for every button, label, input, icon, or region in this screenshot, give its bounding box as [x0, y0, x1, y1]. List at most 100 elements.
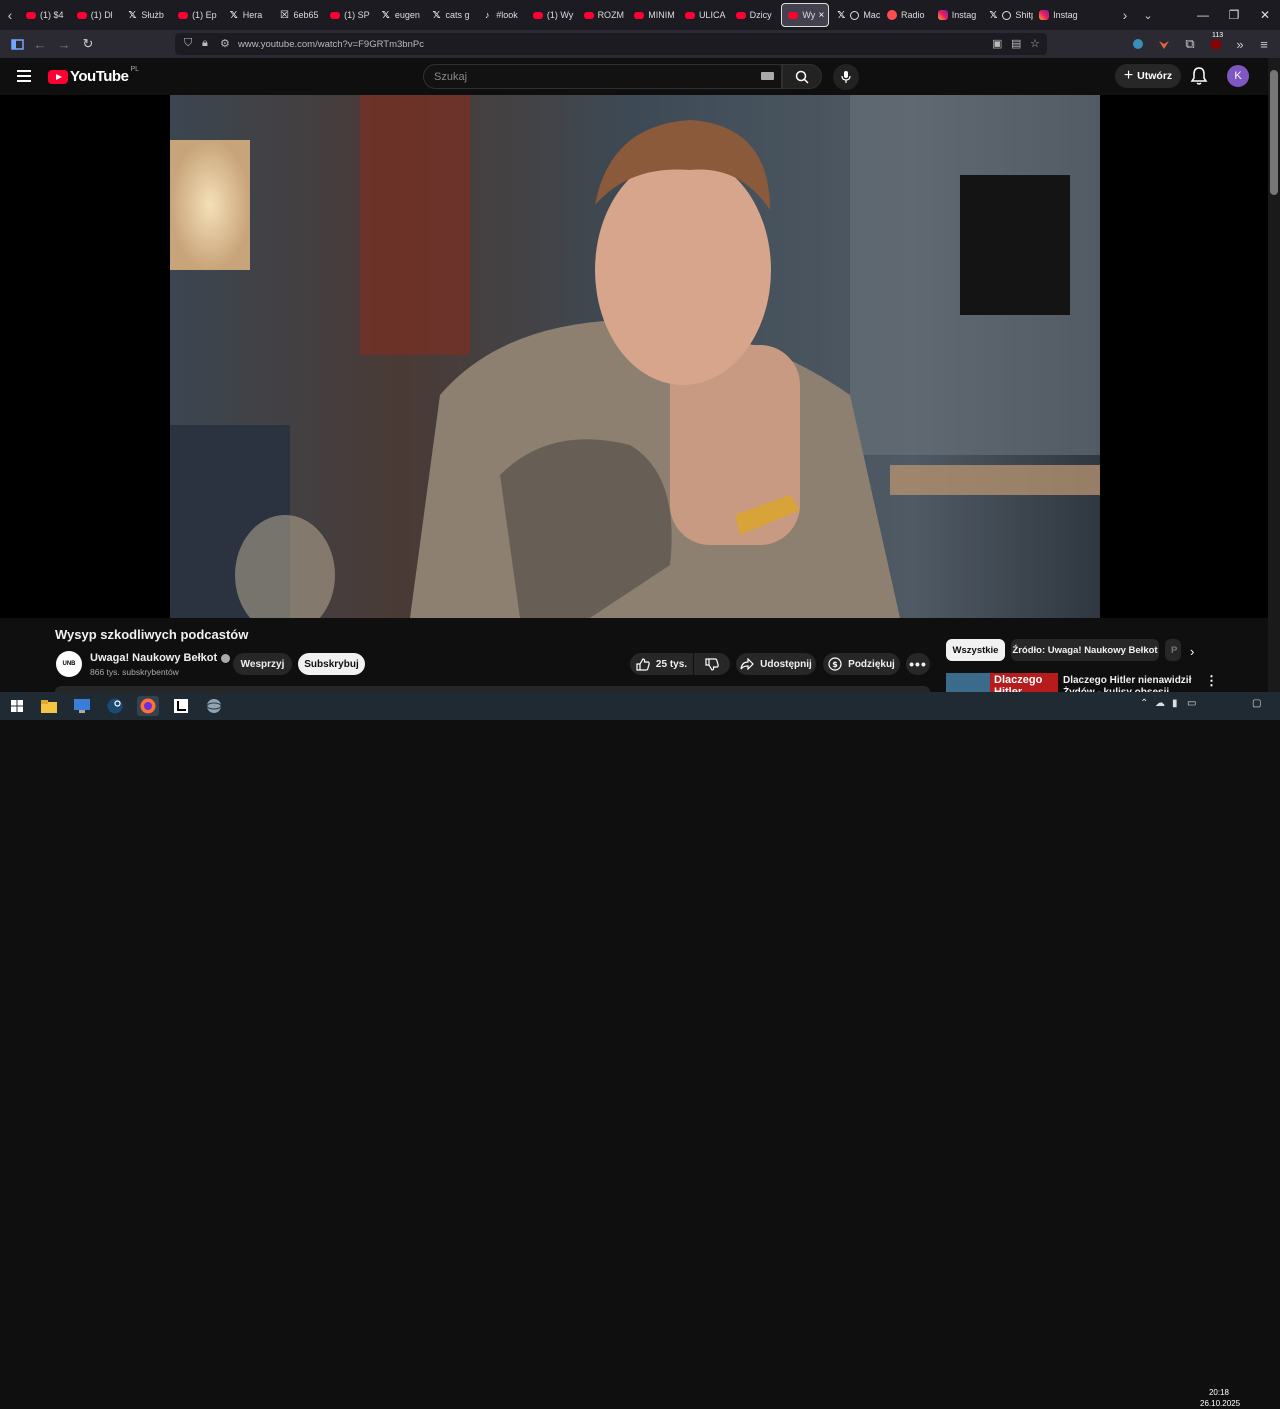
browser-tab[interactable]: 𝕏eugen — [375, 0, 426, 30]
steam-icon[interactable] — [104, 696, 126, 716]
support-button[interactable]: Wesprzyj — [233, 653, 292, 675]
subscribe-button[interactable]: Subskrybuj — [298, 653, 365, 675]
forward-button[interactable]: → — [52, 32, 76, 56]
notifications-bell-icon[interactable] — [1190, 66, 1208, 86]
scrollbar-thumb[interactable] — [1270, 70, 1278, 195]
close-window-button[interactable]: ✕ — [1248, 0, 1280, 30]
url-text[interactable]: www.youtube.com/watch?v=F9GRTm3bnPc — [238, 39, 424, 50]
tab-label: (1) $4 — [40, 10, 64, 20]
notion-icon[interactable] — [170, 696, 192, 716]
channel-avatar[interactable]: UNB — [56, 651, 82, 677]
browser-tab[interactable]: MINIM — [628, 0, 679, 30]
tab-label: Machi — [863, 10, 881, 20]
close-tab-icon[interactable]: × — [818, 10, 824, 21]
channel-name-text[interactable]: Uwaga! Naukowy Bełkot — [90, 652, 217, 664]
more-actions-button[interactable]: ••• — [906, 653, 930, 675]
shield-icon[interactable]: ⛉ — [184, 37, 192, 50]
video-title: Wysyp szkodliwych podcastów — [55, 627, 249, 642]
browser-tab[interactable]: 𝕏 Machi — [830, 0, 881, 30]
browser-tab[interactable]: ULICA — [679, 0, 730, 30]
picture-in-picture-icon[interactable]: ▣ — [992, 37, 1002, 50]
tiktok-favicon-icon: ♪ — [484, 10, 490, 20]
create-button[interactable]: + Utwórz — [1115, 64, 1181, 88]
like-button[interactable]: 25 tys. — [630, 653, 693, 675]
browser-tab[interactable]: Dzicy — [730, 0, 781, 30]
search-button[interactable] — [782, 64, 822, 89]
tray-chevron-icon[interactable]: ⌃ — [1140, 698, 1148, 709]
back-button[interactable]: ← — [28, 32, 52, 56]
browser-tab-bar: ‹ (1) $4 (1) Dl 𝕏 Służb (1) Ep 𝕏 Hera ☒ 6eb65 (1)… — [0, 0, 1280, 30]
voice-search-button[interactable] — [833, 64, 859, 90]
dislike-button[interactable] — [694, 653, 730, 675]
reload-button[interactable]: ↻ — [76, 32, 100, 56]
share-button[interactable]: Udostępnij — [736, 653, 816, 675]
ublock-icon[interactable]: 113 — [1204, 32, 1228, 56]
guide-menu-icon[interactable] — [17, 70, 31, 85]
sidebar-toggle-icon[interactable] — [5, 32, 29, 56]
list-all-tabs-button[interactable]: ⌄ — [1138, 9, 1158, 22]
browser-tab[interactable]: (1) $4 — [20, 0, 71, 30]
remote-desktop-icon[interactable] — [71, 696, 93, 716]
tab-label: ULICA — [698, 10, 726, 20]
onedrive-icon[interactable]: ☁︎ — [1155, 698, 1165, 709]
tab-scroll-right-button[interactable]: › — [1115, 7, 1135, 23]
browser-tab[interactable]: 𝕏cats g — [426, 0, 477, 30]
extension-shield-icon[interactable] — [1126, 32, 1150, 56]
youtube-logo[interactable]: YouTube PL — [48, 66, 139, 85]
permissions-icon[interactable]: ⚙︎ — [220, 37, 230, 50]
notifications-icon[interactable]: ▢ — [1252, 698, 1261, 709]
browser-tab[interactable]: ROZM — [578, 0, 629, 30]
windows-start-icon[interactable] — [6, 696, 28, 716]
tab-scroll-left-button[interactable]: ‹ — [0, 7, 20, 23]
recommended-more-icon[interactable]: ⋮ — [1205, 673, 1218, 689]
browser-tab[interactable]: 𝕏 Shitpo — [982, 0, 1033, 30]
lock-icon[interactable]: 🔒︎ — [202, 37, 208, 50]
file-explorer-icon[interactable] — [38, 696, 60, 716]
keyboard-icon[interactable] — [761, 72, 774, 80]
browser-tab[interactable]: ♪ #look — [476, 0, 527, 30]
video-player[interactable] — [170, 95, 1100, 618]
firefox-icon[interactable] — [137, 696, 159, 716]
chips-next-chevron-icon[interactable]: › — [1190, 644, 1194, 659]
thumbnail-person-image — [946, 673, 990, 692]
create-label: Utwórz — [1137, 70, 1173, 82]
browser-tab[interactable]: ☒ 6eb65 — [273, 0, 324, 30]
overflow-menu-icon[interactable]: » — [1228, 32, 1252, 56]
channel-name[interactable]: Uwaga! Naukowy Bełkot — [90, 652, 231, 664]
browser-tab[interactable]: Instag — [932, 0, 983, 30]
chip-all[interactable]: Wszystkie — [946, 639, 1005, 661]
thanks-button[interactable]: $ Podziękuj — [823, 653, 900, 675]
browser-tab[interactable]: (1) Dl — [71, 0, 122, 30]
browser-tab[interactable]: Radio — [881, 0, 932, 30]
browser-tab[interactable]: Wy × — [781, 3, 830, 27]
browser-tab[interactable]: (1) SP — [324, 0, 375, 30]
network-icon[interactable]: ▭ — [1187, 698, 1196, 709]
browser-tab[interactable]: (1) Wy — [527, 0, 578, 30]
search-input[interactable] — [424, 65, 724, 88]
app-globe-icon[interactable] — [203, 696, 225, 716]
instagram-favicon-icon — [937, 10, 948, 20]
bookmark-star-icon[interactable]: ☆ — [1030, 37, 1040, 50]
app-menu-icon[interactable]: ≡ — [1252, 32, 1276, 56]
mic-tray-icon[interactable]: ▮ — [1172, 698, 1178, 709]
browser-tab[interactable]: (1) Ep — [172, 0, 223, 30]
tab-label: Instag — [1053, 10, 1078, 20]
address-bar[interactable]: ⛉ 🔒︎ ⚙︎ www.youtube.com/watch?v=F9GRTm3b… — [175, 33, 1047, 55]
page-scrollbar[interactable] — [1268, 58, 1280, 692]
recommended-video-thumbnail[interactable]: Dlaczego Hitler — [946, 673, 1058, 692]
maximize-button[interactable]: ❐ — [1217, 0, 1251, 30]
system-clock[interactable]: 20:18 26.10.2025 — [1200, 1387, 1240, 1409]
account-avatar[interactable]: K — [1227, 65, 1249, 87]
browser-tab[interactable]: 𝕏 Hera — [223, 0, 274, 30]
extensions-puzzle-icon[interactable]: ⧉ — [1178, 32, 1202, 56]
x-favicon-icon: 𝕏 — [229, 9, 238, 21]
chip-partial[interactable]: P — [1165, 639, 1181, 661]
recommended-video-title[interactable]: Dlaczego Hitler nienawidził Żydów - kuli… — [1063, 675, 1193, 692]
chip-source[interactable]: Źródło: Uwaga! Naukowy Bełkot — [1011, 639, 1159, 661]
minimize-button[interactable]: — — [1186, 0, 1220, 30]
youtube-favicon-icon — [26, 11, 36, 19]
extension-fox-icon[interactable] — [1152, 32, 1176, 56]
browser-tab[interactable]: 𝕏 Służb — [121, 0, 172, 30]
reader-view-icon[interactable]: ▤ — [1011, 37, 1021, 50]
browser-tab[interactable]: Instag — [1033, 0, 1084, 30]
